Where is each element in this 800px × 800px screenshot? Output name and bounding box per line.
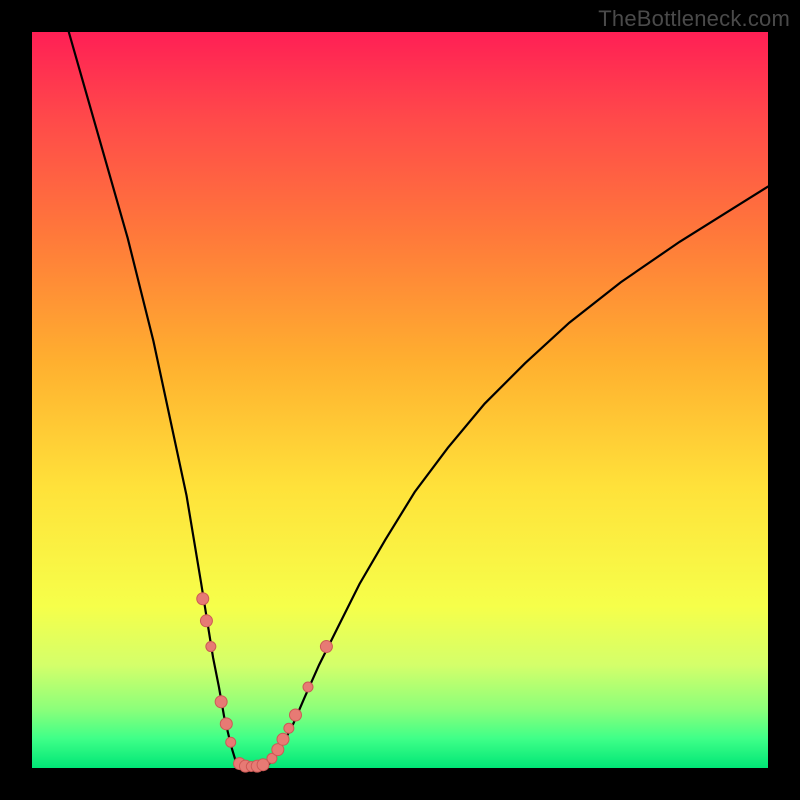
data-marker <box>197 593 209 605</box>
data-marker <box>206 642 216 652</box>
data-marker <box>220 718 232 730</box>
data-marker <box>200 615 212 627</box>
curve-layer <box>32 32 768 768</box>
chart-frame: TheBottleneck.com <box>0 0 800 800</box>
plot-area <box>32 32 768 768</box>
data-marker <box>284 723 294 733</box>
data-marker <box>320 641 332 653</box>
data-marker <box>303 682 313 692</box>
curve-left-branch <box>69 32 238 766</box>
watermark-text: TheBottleneck.com <box>598 6 790 32</box>
data-marker <box>215 696 227 708</box>
curve-right-branch <box>268 187 768 766</box>
data-marker <box>277 733 289 745</box>
data-marker <box>226 737 236 747</box>
data-marker <box>289 709 301 721</box>
